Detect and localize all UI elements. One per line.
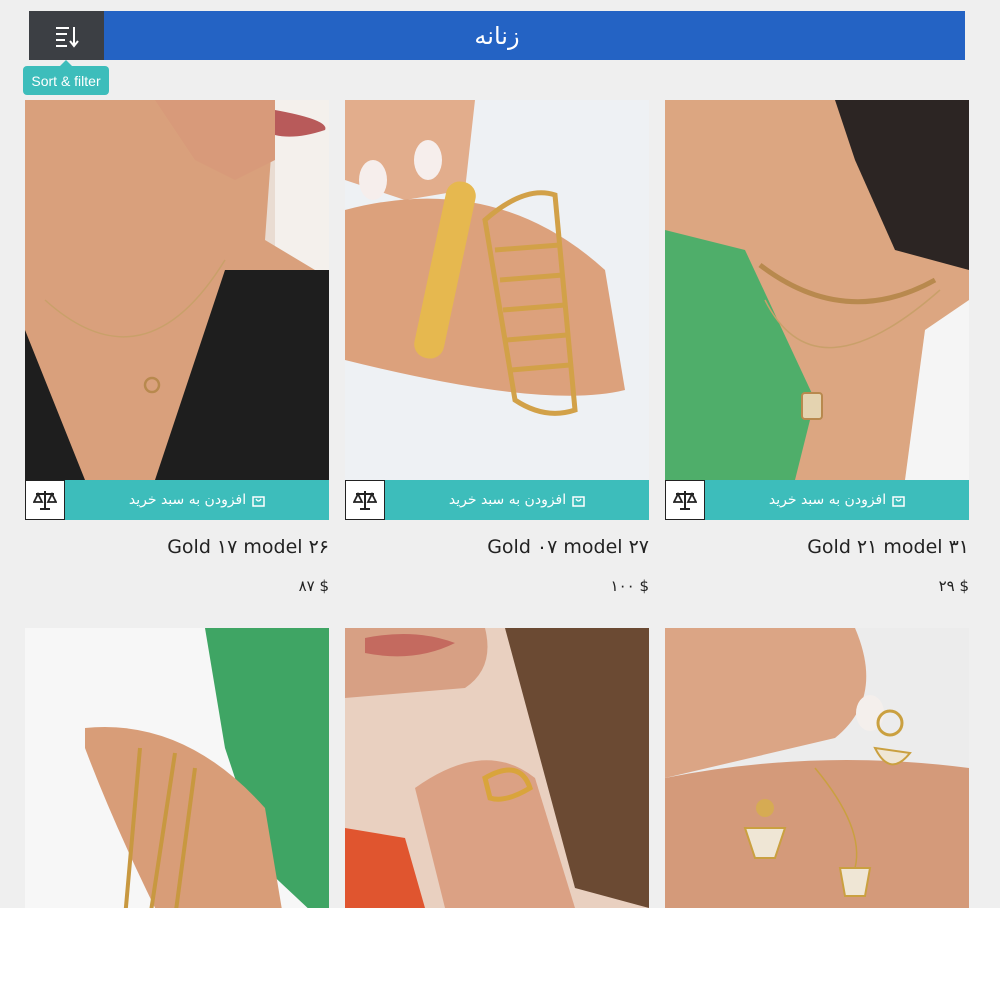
add-to-cart-label: افزودن به سبد خرید	[128, 492, 247, 508]
sort-filter-button[interactable]	[29, 11, 104, 60]
category-header: زنانه	[29, 11, 965, 60]
product-title[interactable]: Gold ۲۱ model ۳۱	[665, 536, 969, 562]
product-image[interactable]	[25, 100, 329, 480]
sort-filter-icon	[55, 26, 79, 48]
product-card[interactable]	[25, 628, 329, 908]
product-image[interactable]	[25, 628, 329, 908]
shopping-bag-icon	[572, 495, 585, 507]
scale-icon	[353, 491, 377, 510]
product-image[interactable]	[665, 628, 969, 908]
add-to-cart-button[interactable]: افزودن به سبد خرید	[65, 480, 329, 520]
compare-button[interactable]	[25, 480, 65, 520]
product-price: $ ۸۷	[298, 577, 329, 595]
scale-icon	[673, 491, 697, 510]
shopping-bag-icon	[892, 495, 905, 507]
compare-button[interactable]	[345, 480, 385, 520]
product-image[interactable]	[665, 100, 969, 480]
add-to-cart-label: افزودن به سبد خرید	[768, 492, 887, 508]
sort-filter-tooltip: Sort & filter	[23, 60, 109, 95]
add-to-cart-button[interactable]: افزودن به سبد خرید	[705, 480, 969, 520]
category-title: زنانه	[474, 21, 520, 50]
compare-button[interactable]	[665, 480, 705, 520]
shop-page: زنانه Sort & filter افزودن به سبد خرید G…	[0, 0, 1000, 908]
product-price: $ ۲۹	[938, 577, 969, 595]
product-image[interactable]	[345, 628, 649, 908]
scale-icon	[33, 491, 57, 510]
product-card[interactable]	[345, 628, 649, 908]
product-title[interactable]: Gold ۰۷ model ۲۷	[345, 536, 649, 562]
product-card[interactable]: افزودن به سبد خرید Gold ۰۷ model ۲۷ $ ۱۰…	[345, 100, 649, 595]
product-card[interactable]: افزودن به سبد خرید Gold ۱۷ model ۲۶ $ ۸۷	[25, 100, 329, 595]
add-to-cart-button[interactable]: افزودن به سبد خرید	[385, 480, 649, 520]
product-price: $ ۱۰۰	[610, 577, 649, 595]
add-to-cart-label: افزودن به سبد خرید	[448, 492, 567, 508]
product-card[interactable]	[665, 628, 969, 908]
product-image[interactable]	[345, 100, 649, 480]
shopping-bag-icon	[252, 495, 265, 507]
product-card[interactable]: افزودن به سبد خرید Gold ۲۱ model ۳۱ $ ۲۹	[665, 100, 969, 595]
product-title[interactable]: Gold ۱۷ model ۲۶	[25, 536, 329, 562]
